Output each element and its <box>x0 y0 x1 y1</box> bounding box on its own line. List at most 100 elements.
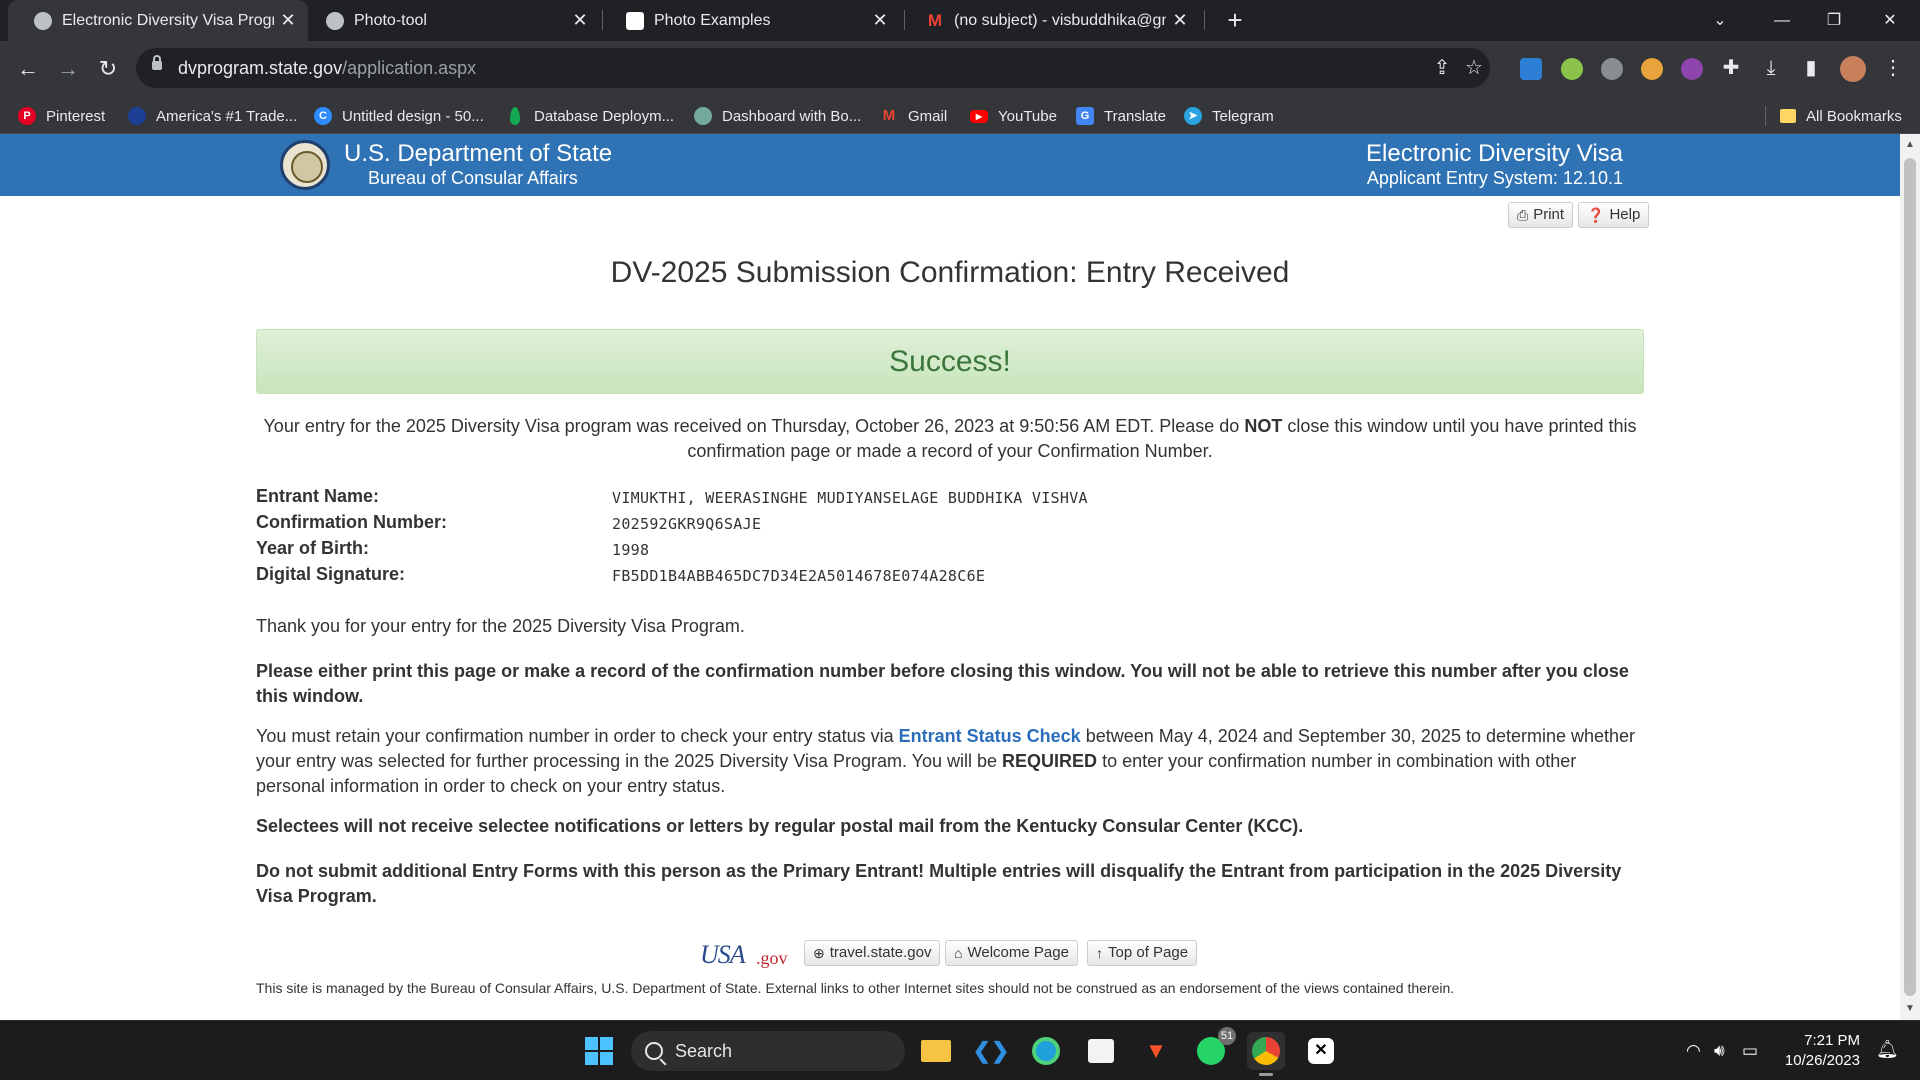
page-scrollbar[interactable]: ▲ ▼ <box>1900 134 1920 1020</box>
restore-icon[interactable]: ❐ <box>1806 0 1862 41</box>
printer-icon: ⎙ <box>1517 207 1529 223</box>
extension-icon[interactable] <box>1601 58 1623 80</box>
bookmarks-bar: P Pinterest America's #1 Trade... C Untitl… <box>0 97 1920 134</box>
telegram-icon: ➤ <box>1184 107 1202 125</box>
microsoft-store-icon[interactable] <box>1082 1032 1120 1070</box>
retain-text: You must retain your confirmation number… <box>256 726 899 746</box>
close-icon[interactable]: ✕ <box>1166 10 1194 31</box>
minimize-icon[interactable]: — <box>1754 0 1810 41</box>
notification-bell-icon[interactable]: 🔔︎ <box>1876 1039 1899 1060</box>
top-of-page-button[interactable]: ↑ Top of Page <box>1087 940 1198 966</box>
close-window-icon[interactable]: ✕ <box>1862 0 1918 41</box>
bookmark-dashboard[interactable]: Dashboard with Bo... <box>694 106 861 126</box>
menu-icon[interactable]: ⋮ <box>1880 55 1906 81</box>
tab-photo-examples[interactable]: Photo Examples ✕ <box>600 0 900 41</box>
edge-icon[interactable] <box>1027 1032 1065 1070</box>
scrollbar-thumb[interactable] <box>1904 158 1916 996</box>
success-banner: Success! <box>256 329 1644 394</box>
usagov-gov-text: .gov <box>756 948 788 968</box>
file-explorer-icon[interactable] <box>917 1032 955 1070</box>
wifi-icon[interactable]: ◠ <box>1686 1041 1701 1061</box>
side-panel-icon[interactable]: ▮ <box>1798 55 1824 81</box>
photo-icon <box>626 11 644 30</box>
bookmark-telegram[interactable]: ➤ Telegram <box>1184 106 1274 126</box>
bookmark-gmail[interactable]: M Gmail <box>880 106 947 126</box>
print-warning: Please either print this page or make a … <box>256 661 1629 706</box>
windows-taskbar: Search ❮❯ ▼ 51 ✕ ◠ 🔊︎ ▭ 7:21 PM 10/26/20… <box>0 1020 1920 1080</box>
gmail-icon: M <box>927 10 943 30</box>
globe-icon <box>326 11 344 30</box>
bookmark-trade[interactable]: America's #1 Trade... <box>128 106 297 126</box>
url-host: dvprogram.state.gov <box>178 58 343 78</box>
windows-start-icon[interactable] <box>585 1037 613 1065</box>
bookmark-database[interactable]: Database Deploym... <box>506 106 674 126</box>
new-tab-button[interactable]: + <box>1220 0 1250 41</box>
tab-search-icon[interactable]: ⌄ <box>1692 0 1748 41</box>
print-button[interactable]: ⎙ Print <box>1508 202 1574 228</box>
bookmark-translate[interactable]: G Translate <box>1076 106 1166 126</box>
tab-photo-tool[interactable]: Photo-tool ✕ <box>300 0 600 41</box>
close-icon[interactable]: ✕ <box>866 10 894 31</box>
lock-icon[interactable] <box>152 55 162 70</box>
usagov-logo[interactable]: USA .gov <box>700 940 792 970</box>
scroll-down-arrow-icon[interactable]: ▼ <box>1900 1000 1920 1018</box>
url-path: /application.aspx <box>342 58 477 78</box>
battery-icon[interactable]: ▭ <box>1742 1041 1758 1061</box>
home-icon: ⌂ <box>954 945 963 961</box>
thank-you-text: Thank you for your entry for the 2025 Di… <box>256 616 745 636</box>
gmail-icon: M <box>882 107 896 124</box>
tab-strip: Electronic Diversity Visa Program ✕ Phot… <box>0 0 1920 41</box>
trade-icon <box>128 107 146 125</box>
bookmark-canva[interactable]: C Untitled design - 50... <box>314 106 484 126</box>
extension-icon[interactable] <box>1520 58 1542 80</box>
address-bar[interactable]: dvprogram.state.gov/application.aspx ⇪ ☆ <box>136 48 1490 88</box>
question-icon: ❓ <box>1587 207 1605 223</box>
footer-disclaimer: This site is managed by the Bureau of Co… <box>256 980 1455 996</box>
chrome-icon[interactable] <box>1247 1032 1285 1076</box>
back-icon[interactable]: ← <box>12 53 44 85</box>
tab-title: Photo-tool <box>354 11 427 29</box>
year-of-birth-label: Year of Birth: <box>256 538 370 558</box>
bookmark-pinterest[interactable]: P Pinterest <box>18 106 105 126</box>
download-icon[interactable]: ⤓ <box>1758 55 1784 81</box>
reload-icon[interactable]: ↻ <box>92 53 124 85</box>
department-name: U.S. Department of State <box>344 140 613 167</box>
avatar[interactable] <box>1840 56 1866 82</box>
bureau-name: Bureau of Consular Affairs <box>368 168 578 188</box>
canva-icon: C <box>314 107 332 125</box>
digital-signature-label: Digital Signature: <box>256 564 406 584</box>
brave-icon[interactable]: ▼ <box>1137 1032 1175 1070</box>
tab-diversity-visa[interactable]: Electronic Diversity Visa Program ✕ <box>8 0 308 41</box>
tab-gmail[interactable]: M (no subject) - visbuddhika@gmail.com ✕ <box>900 0 1200 41</box>
forward-icon[interactable]: → <box>52 53 84 85</box>
share-icon[interactable]: ⇪ <box>1430 56 1454 80</box>
url-text[interactable]: dvprogram.state.gov/application.aspx <box>178 58 476 79</box>
entrant-status-check-link[interactable]: Entrant Status Check <box>899 726 1081 746</box>
travel-state-gov-button[interactable]: ⊕ travel.state.gov <box>804 940 941 966</box>
travel-label: travel.state.gov <box>829 944 932 961</box>
bookmark-star-icon[interactable]: ☆ <box>1462 56 1486 80</box>
all-bookmarks-button[interactable]: All Bookmarks <box>1780 106 1902 126</box>
help-button[interactable]: ❓ Help <box>1578 202 1650 228</box>
extension-icon[interactable] <box>1561 58 1583 80</box>
system-clock[interactable]: 7:21 PM 10/26/2023 <box>1770 1031 1860 1071</box>
volume-icon[interactable]: 🔊︎ <box>1714 1041 1725 1061</box>
close-icon[interactable]: ✕ <box>274 10 302 31</box>
extension-icon[interactable] <box>1681 58 1703 80</box>
bookmarks-separator <box>1765 106 1766 126</box>
bookmark-label: YouTube <box>998 107 1057 125</box>
scroll-up-arrow-icon[interactable]: ▲ <box>1900 136 1920 154</box>
whatsapp-badge: 51 <box>1218 1027 1236 1045</box>
vscode-icon[interactable]: ❮❯ <box>972 1032 1010 1070</box>
extension-icon[interactable] <box>1641 58 1663 80</box>
welcome-page-button[interactable]: ⌂ Welcome Page <box>945 940 1078 966</box>
close-icon[interactable]: ✕ <box>566 10 594 31</box>
digital-signature-value: FB5DD1B4ABB465DC7D34E2A5014678E074A28C6E <box>612 567 986 585</box>
tab-title: (no subject) - visbuddhika@gmail.com <box>954 11 1166 29</box>
capcut-icon[interactable]: ✕ <box>1302 1032 1340 1070</box>
puzzle-icon[interactable]: ✚ <box>1718 55 1744 81</box>
taskbar-search[interactable]: Search <box>631 1031 905 1071</box>
system-title: Electronic Diversity Visa <box>1366 140 1623 167</box>
whatsapp-icon[interactable]: 51 <box>1192 1027 1236 1070</box>
bookmark-youtube[interactable]: ▶ YouTube <box>970 106 1057 126</box>
